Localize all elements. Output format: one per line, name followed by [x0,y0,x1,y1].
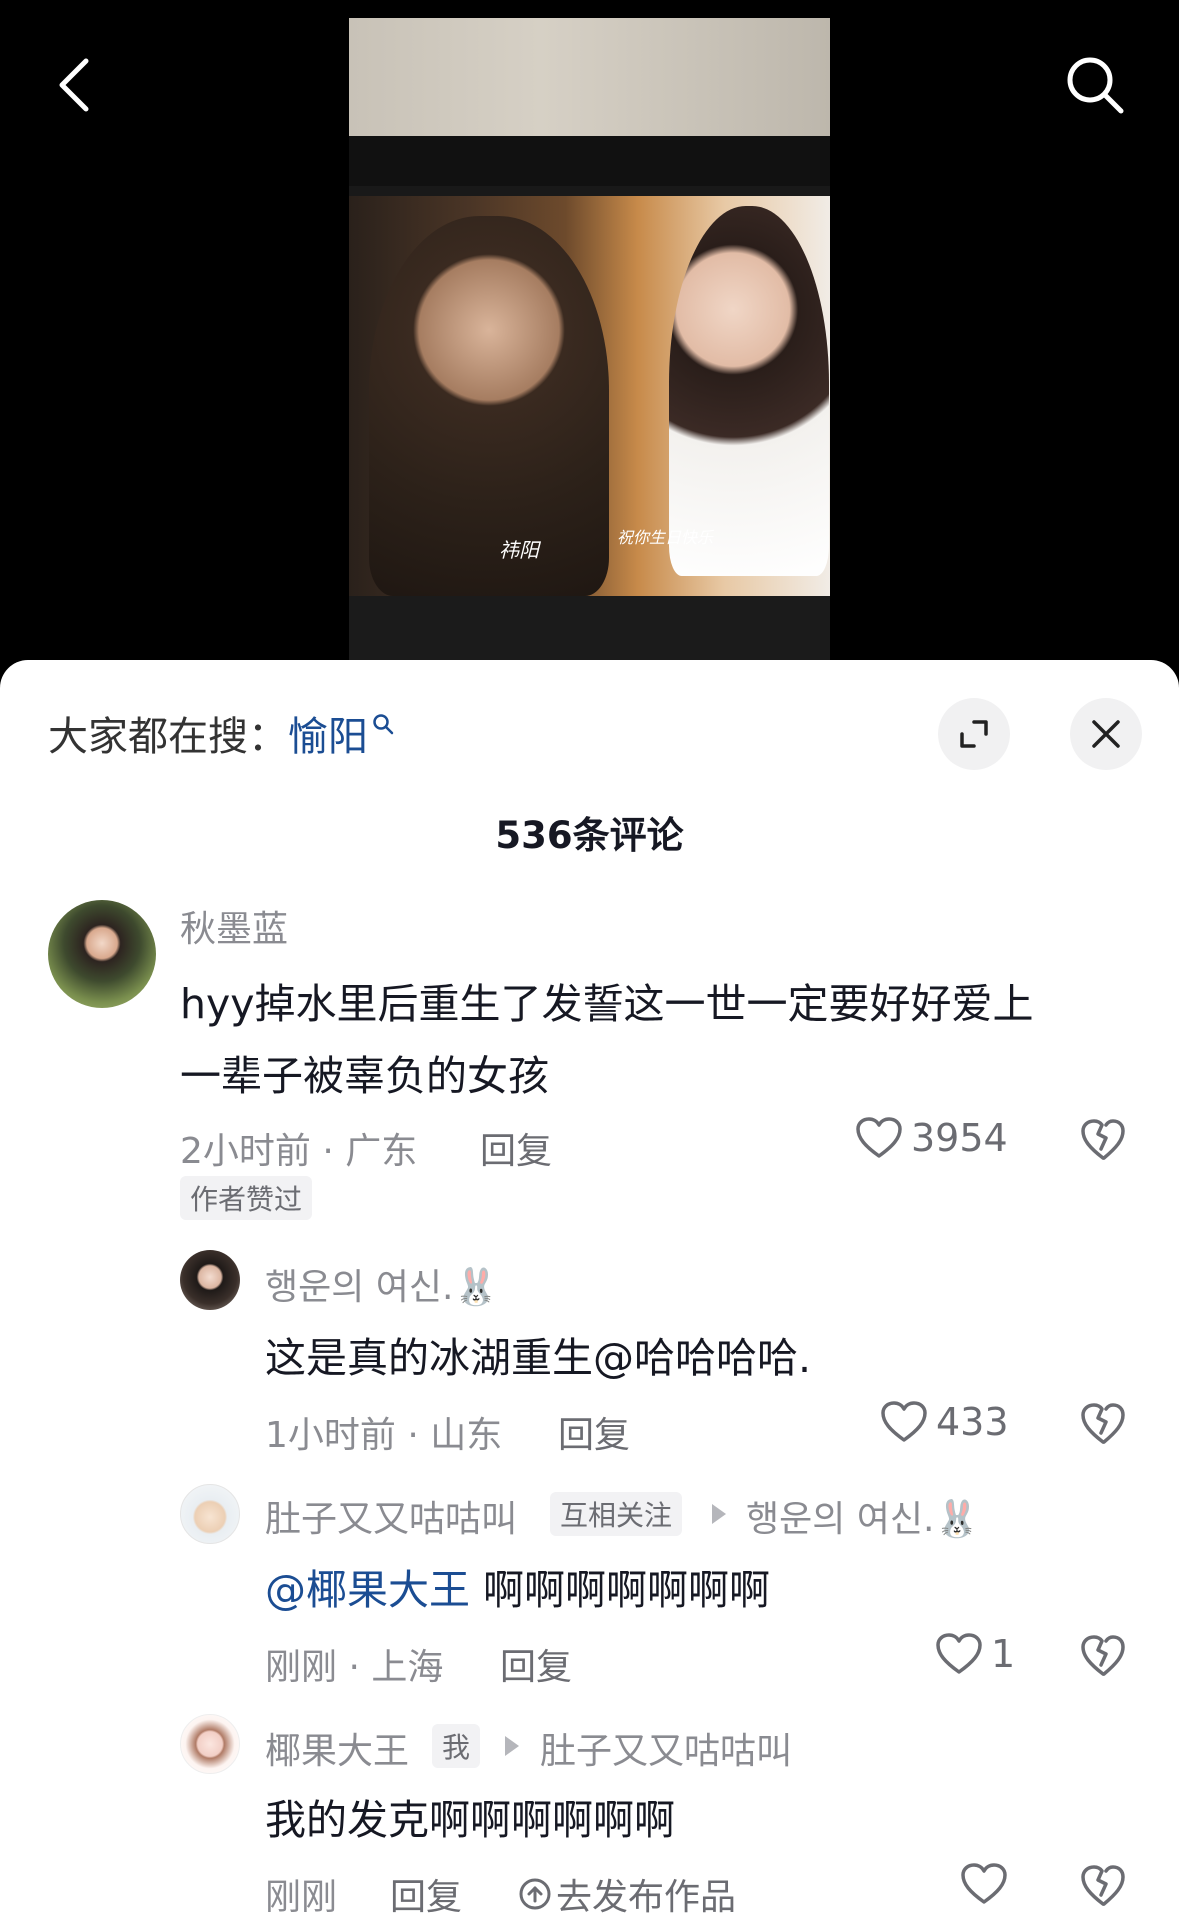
reply-button[interactable]: 回复 [500,1638,572,1690]
search-suggestion[interactable]: 大家都在搜： 愉阳 [48,704,394,762]
like-count: 1 [991,1632,1016,1676]
like-button[interactable]: 433 [880,1400,1009,1444]
reply-to-name[interactable]: 肚子又又咕咕叫 [540,1722,792,1774]
avatar[interactable] [180,1250,240,1310]
comment-text: @椰果大王 啊啊啊啊啊啊啊 [265,1556,770,1616]
comment-sheet: 大家都在搜： 愉阳 536条评论 秋墨蓝 hyy掉水里后重生了发誓这一世一定要好… [0,660,1179,1918]
like-button[interactable] [960,1862,1016,1906]
expand-button[interactable] [938,698,1010,770]
video-player[interactable]: 祎阳 祝你生日快乐 [0,0,1179,700]
me-tag: 我 [432,1724,481,1768]
author-liked-badge: 作者赞过 [180,1176,313,1220]
back-button[interactable] [44,50,104,120]
dislike-button[interactable] [1080,1402,1126,1450]
comment-author[interactable]: 椰果大王 [265,1722,409,1774]
comment-time: 刚刚 [265,1877,338,1918]
reply-button[interactable]: 回复 [480,1122,552,1174]
reply-button[interactable]: 回复 [390,1868,462,1918]
comment-author[interactable]: 肚子又又咕咕叫 [265,1490,517,1542]
like-count: 3954 [911,1116,1008,1160]
like-button[interactable]: 1 [935,1632,1015,1676]
video-frame: 祎阳 祝你生日快乐 [349,18,830,660]
heart-icon [881,1401,927,1442]
dislike-button[interactable] [1080,1634,1126,1682]
reply-to-arrow-icon [712,1504,726,1524]
person-left [369,216,609,596]
comment-author[interactable]: 행운의 여신.🐰 [265,1258,498,1310]
person-right [669,206,829,576]
broken-heart-icon [1081,1119,1125,1160]
dislike-button[interactable] [1080,1118,1126,1166]
close-button[interactable] [1070,698,1142,770]
expand-icon [960,720,988,748]
broken-heart-icon [1081,1865,1125,1906]
heart-icon [856,1117,902,1158]
search-suggestion-keyword[interactable]: 愉阳 [288,704,368,762]
mention-link[interactable]: @椰果大王 [265,1566,470,1614]
heart-icon [936,1633,982,1674]
comment-text: 这是真的冰湖重生@哈哈哈哈. [265,1334,812,1382]
search-suggestion-prefix: 大家都在搜： [48,714,288,760]
publish-work-label: 去发布作品 [556,1877,737,1918]
close-icon [1092,720,1120,748]
publish-work-button[interactable]: 去发布作品 [518,1868,736,1918]
mutual-follow-tag: 互相关注 [550,1492,683,1536]
avatar[interactable] [180,1714,240,1774]
monitor-bottom [349,596,830,660]
upload-circle-icon [519,1878,551,1910]
like-count: 433 [936,1400,1009,1444]
reply-to-name[interactable]: 행운의 여신.🐰 [746,1490,979,1542]
dislike-button[interactable] [1080,1864,1126,1912]
comment-text: 我的发克啊啊啊啊啊啊 [265,1796,675,1844]
search-icon [1067,57,1124,114]
comment-time: 刚刚 · 上海 [265,1647,444,1688]
comment-time: 2小时前 · 广东 [180,1131,418,1172]
video-background [349,18,830,138]
video-screen: 祎阳 祝你生日快乐 [349,196,830,596]
comment-text-line: 一辈子被辜负的女孩 [180,1052,549,1100]
comment-text-content: 啊啊啊啊啊啊啊 [483,1566,771,1614]
heart-icon [961,1863,1007,1904]
small-search-icon [373,714,394,735]
avatar[interactable] [48,900,156,1008]
comment-author[interactable]: 秋墨蓝 [180,900,288,952]
chevron-left-icon [59,58,89,112]
comment-count: 536条评论 [495,814,684,857]
video-caption-right: 祝你生日快乐 [617,528,714,547]
broken-heart-icon [1081,1403,1125,1444]
avatar[interactable] [180,1484,240,1544]
search-button[interactable] [1055,45,1135,125]
monitor-bezel [349,136,830,186]
reply-to-arrow-icon [505,1736,519,1756]
broken-heart-icon [1081,1635,1125,1676]
video-caption-left: 祎阳 [499,538,539,562]
comment-time: 1小时前 · 山东 [265,1415,503,1456]
reply-button[interactable]: 回复 [558,1406,630,1458]
comment-text-line: hyy掉水里后重生了发誓这一世一定要好好爱上 [180,980,1034,1028]
like-button[interactable]: 3954 [855,1116,1008,1160]
